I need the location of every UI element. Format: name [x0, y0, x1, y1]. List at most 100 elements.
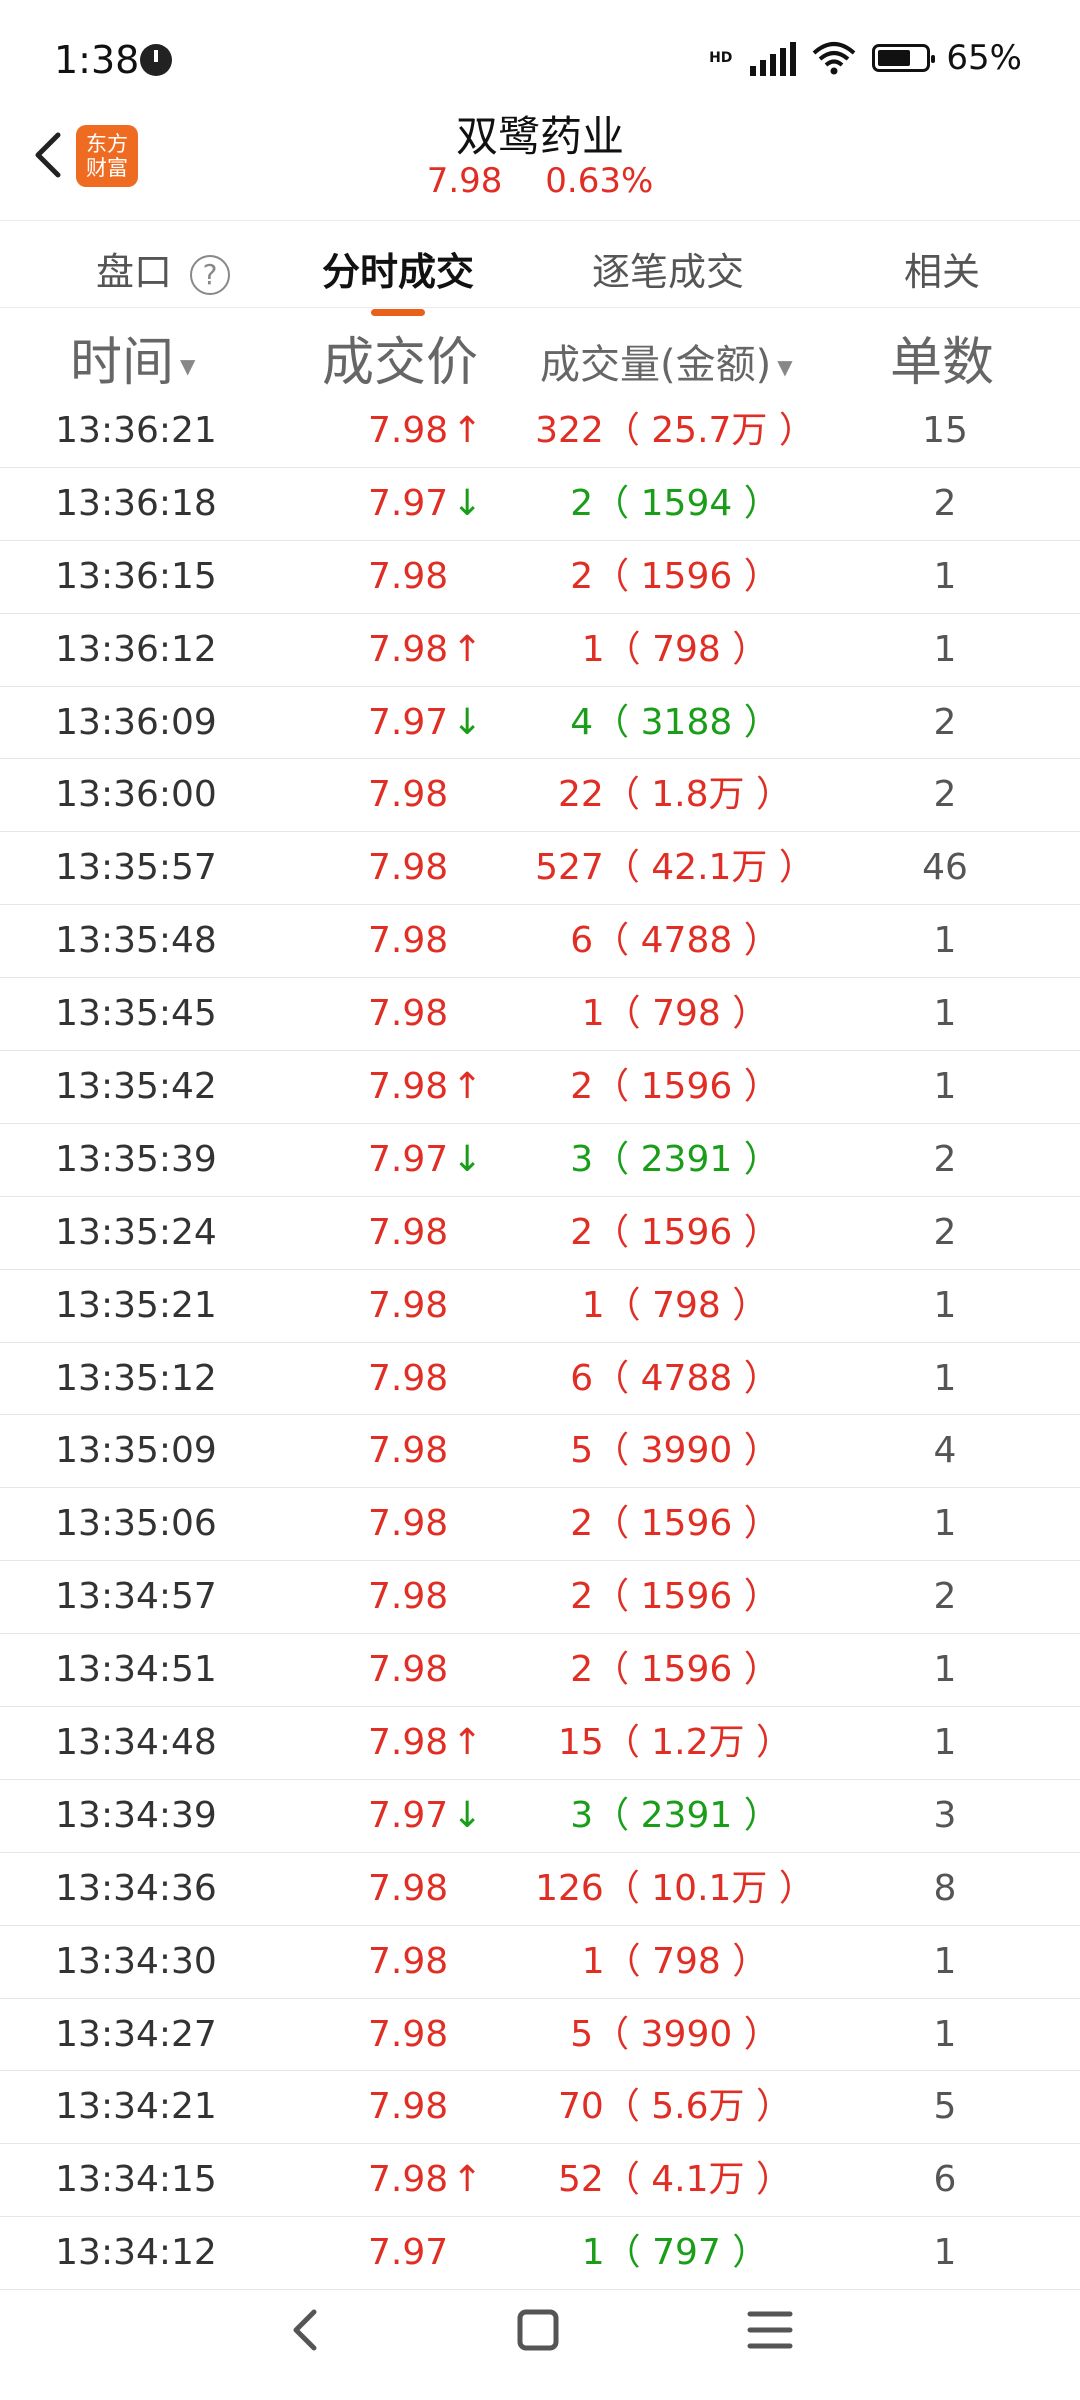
trade-time: 13:35:42	[55, 1066, 217, 1108]
tab-pankou[interactable]: 盘口?	[96, 241, 231, 296]
battery-icon	[872, 44, 936, 72]
trade-price-value: 7.98	[368, 1940, 449, 1982]
trade-price-value: 7.98	[368, 410, 449, 451]
trade-time: 13:36:15	[55, 555, 217, 597]
table-row[interactable]: 13:36:15 7.98 2（ 1596 ） 1	[0, 541, 1080, 614]
trade-volume: 1（ 798 ）	[581, 1284, 769, 1326]
trade-price-value: 7.97	[368, 482, 449, 524]
stock-change: 0.63%	[545, 161, 654, 201]
trade-time: 13:34:51	[55, 1649, 217, 1691]
table-row[interactable]: 13:35:57 7.98 527（ 42.1万 ） 46	[0, 832, 1080, 906]
trade-price: 7.98 ↑	[368, 1051, 482, 1123]
table-row[interactable]: 13:34:39 7.97 ↓ 3（ 2391 ） 3	[0, 1780, 1080, 1853]
trade-count: 15	[922, 410, 968, 451]
up-arrow-icon: ↑	[452, 1066, 483, 1108]
stock-price: 7.98	[426, 161, 503, 201]
table-row[interactable]: 13:36:21 7.98 ↑ 322（ 25.7万 ） 15	[0, 395, 1080, 468]
nav-home-icon[interactable]	[498, 2290, 578, 2370]
clock-icon	[140, 44, 172, 76]
table-row[interactable]: 13:34:36 7.98 126（ 10.1万 ） 8	[0, 1853, 1080, 1926]
trade-count: 1	[933, 1503, 957, 1545]
table-row[interactable]: 13:34:27 7.98 5（ 3990 ） 1	[0, 1999, 1080, 2072]
trade-price-value: 7.98	[368, 847, 449, 889]
table-row[interactable]: 13:34:15 7.98 ↑ 52（ 4.1万 ） 6	[0, 2144, 1080, 2218]
trade-time: 13:34:39	[55, 1794, 217, 1836]
table-row[interactable]: 13:35:09 7.98 5（ 3990 ） 4	[0, 1415, 1080, 1489]
table-row[interactable]: 13:34:57 7.98 2（ 1596 ） 2	[0, 1561, 1080, 1635]
trade-time: 13:34:48	[55, 1722, 217, 1764]
trade-price: 7.98	[368, 1561, 448, 1633]
help-icon[interactable]: ?	[190, 254, 231, 295]
trade-time: 13:34:15	[55, 2159, 217, 2201]
trade-time: 13:35:12	[55, 1357, 217, 1399]
trade-volume: 70（ 5.6万 ）	[558, 2086, 792, 2128]
trade-price: 7.98	[368, 541, 448, 613]
stock-quote: 7.98 0.63%	[0, 161, 1080, 201]
stock-name: 双鹭药业	[455, 112, 624, 161]
table-row[interactable]: 13:35:06 7.98 2（ 1596 ） 1	[0, 1488, 1080, 1562]
trade-count: 1	[933, 1722, 957, 1764]
trade-price-value: 7.98	[368, 1867, 449, 1909]
trade-count: 2	[933, 482, 957, 524]
trade-price: 7.98	[368, 759, 448, 831]
tab-fenshi[interactable]: 分时成交	[322, 241, 474, 316]
table-row[interactable]: 13:35:39 7.97 ↓ 3（ 2391 ） 2	[0, 1124, 1080, 1197]
table-row[interactable]: 13:34:21 7.98 70（ 5.6万 ） 5	[0, 2071, 1080, 2145]
trade-price-value: 7.98	[368, 2086, 449, 2128]
table-row[interactable]: 13:35:48 7.98 6（ 4788 ） 1	[0, 905, 1080, 979]
table-row[interactable]: 13:36:09 7.97 ↓ 4（ 3188 ） 2	[0, 687, 1080, 760]
trade-volume: 322（ 25.7万 ）	[535, 410, 815, 451]
table-row[interactable]: 13:35:24 7.98 2（ 1596 ） 2	[0, 1197, 1080, 1270]
trade-volume: 3（ 2391 ）	[570, 1794, 780, 1836]
trade-price-value: 7.98	[368, 1066, 449, 1108]
table-row[interactable]: 13:34:30 7.98 1（ 798 ） 1	[0, 1926, 1080, 1999]
table-row[interactable]: 13:35:45 7.98 1（ 798 ） 1	[0, 978, 1080, 1052]
table-row[interactable]: 13:35:21 7.98 1（ 798 ） 1	[0, 1270, 1080, 1343]
trade-time: 13:36:21	[55, 410, 217, 451]
down-arrow-icon: ↓	[452, 1138, 483, 1180]
table-row[interactable]: 13:34:51 7.98 2（ 1596 ） 1	[0, 1634, 1080, 1708]
table-row[interactable]: 13:35:42 7.98 ↑ 2（ 1596 ） 1	[0, 1051, 1080, 1124]
trade-time: 13:34:21	[55, 2086, 217, 2128]
tab-zhubi[interactable]: 逐笔成交	[592, 241, 744, 296]
tab-label: 盘口	[96, 250, 173, 294]
trade-count: 1	[933, 1066, 957, 1108]
col-volume[interactable]: 成交量(金额) ▼	[540, 332, 793, 390]
trade-price: 7.98	[368, 1853, 448, 1925]
status-time: 1:38	[54, 38, 140, 82]
trade-count: 1	[933, 2013, 957, 2055]
table-row[interactable]: 13:35:12 7.98 6（ 4788 ） 1	[0, 1343, 1080, 1416]
trade-list[interactable]: 13:36:21 7.98 ↑ 322（ 25.7万 ） 15 13:36:18 7.97 ↓…	[0, 395, 1080, 2291]
table-row[interactable]: 13:36:12 7.98 ↑ 1（ 798 ） 1	[0, 614, 1080, 687]
table-row[interactable]: 13:36:18 7.97 ↓ 2（ 1594 ） 2	[0, 468, 1080, 541]
trade-price-value: 7.98	[368, 774, 449, 816]
trade-price: 7.98	[368, 832, 448, 904]
trade-volume: 3（ 2391 ）	[570, 1138, 780, 1180]
trade-volume: 15（ 1.2万 ）	[558, 1722, 792, 1764]
trade-price: 7.98	[368, 1634, 448, 1706]
tab-label: 相关	[904, 250, 981, 294]
trade-price: 7.98	[368, 2071, 448, 2143]
trade-price: 7.98	[368, 1926, 448, 1998]
trade-volume: 52（ 4.1万 ）	[558, 2159, 792, 2201]
nav-back-icon[interactable]	[268, 2290, 348, 2370]
nav-menu-icon[interactable]	[730, 2290, 810, 2370]
trade-price-value: 7.98	[368, 920, 449, 962]
trade-volume: 2（ 1596 ）	[570, 1649, 780, 1691]
tab-related[interactable]: 相关	[904, 241, 980, 296]
trade-price: 7.98	[368, 1343, 448, 1415]
trade-count: 1	[933, 920, 957, 962]
trade-count: 2	[933, 1576, 957, 1618]
sort-icon: ▼	[180, 354, 196, 378]
trade-price: 7.98	[368, 1270, 448, 1342]
col-time[interactable]: 时间 ▼	[70, 320, 195, 395]
trade-count: 6	[933, 2159, 957, 2201]
trade-count: 1	[933, 1940, 957, 1982]
trade-price-value: 7.97	[368, 1794, 449, 1836]
table-row[interactable]: 13:36:00 7.98 22（ 1.8万 ） 2	[0, 759, 1080, 833]
trade-count: 8	[933, 1867, 957, 1909]
table-row[interactable]: 13:34:48 7.98 ↑ 15（ 1.2万 ） 1	[0, 1707, 1080, 1780]
trade-volume: 2（ 1596 ）	[570, 1503, 780, 1545]
status-right: HD 65%	[709, 38, 1022, 78]
trade-time: 13:35:24	[55, 1211, 217, 1253]
